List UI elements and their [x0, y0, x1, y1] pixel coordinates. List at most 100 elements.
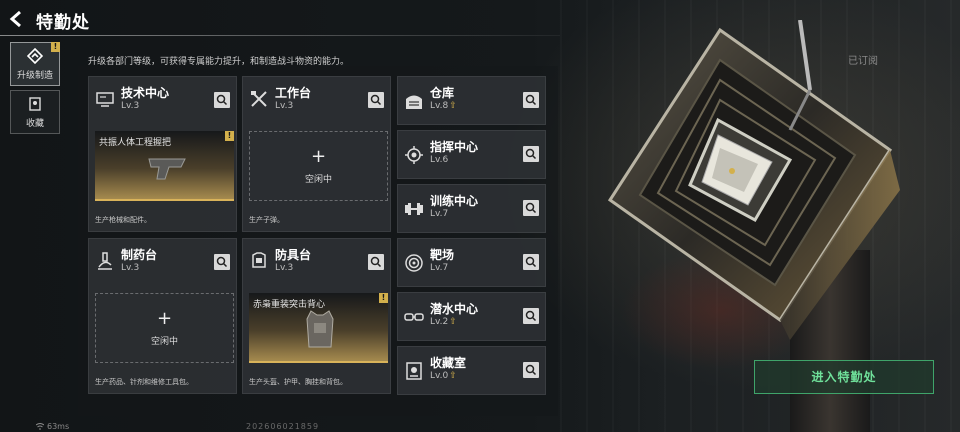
- inspect-button[interactable]: [368, 254, 384, 270]
- workstation-card-workbench[interactable]: 工作台 Lv.3 + 空闲中 生产子弹。: [242, 76, 391, 232]
- card-header: 技术中心 Lv.3: [89, 77, 236, 121]
- upgrade-icon: [27, 48, 43, 64]
- command-icon: [405, 146, 423, 164]
- inspect-button[interactable]: [523, 308, 539, 324]
- workstation-level: Lv.3: [121, 263, 140, 273]
- search-icon: [525, 94, 537, 106]
- facility-level: Lv.7: [430, 209, 449, 219]
- production-slot[interactable]: 共振人体工程握把 !: [95, 131, 234, 201]
- search-icon: [525, 364, 537, 376]
- inspect-button[interactable]: [523, 146, 539, 162]
- facility-name: 靶场: [430, 248, 455, 262]
- inspect-button[interactable]: [214, 92, 230, 108]
- workstation-description: 生产药品、针剂和维修工具包。: [95, 378, 193, 386]
- card-header: 防具台 Lv.3: [243, 239, 390, 283]
- wifi-icon: [35, 423, 45, 430]
- search-icon: [525, 202, 537, 214]
- vest-item-icon: [306, 310, 334, 348]
- facility-name: 潜水中心: [430, 302, 479, 316]
- workstation-level: Lv.3: [275, 263, 294, 273]
- facility-name: 指挥中心: [430, 140, 479, 154]
- inspect-button[interactable]: [214, 254, 230, 270]
- idle-label: 空闲中: [304, 175, 332, 185]
- facility-card-command-center[interactable]: 指挥中心 Lv.6: [397, 130, 546, 179]
- tools-icon: [251, 91, 267, 107]
- facility-name: 仓库: [430, 86, 455, 100]
- workstation-description: 生产头盔、护甲、胸挂和背包。: [249, 378, 347, 386]
- facility-card-diving-center[interactable]: 潜水中心 Lv.2⇧: [397, 292, 546, 341]
- facility-card-training-center[interactable]: 训练中心 Lv.7: [397, 184, 546, 233]
- workstation-level: Lv.3: [121, 101, 140, 111]
- production-slot[interactable]: 赤枭重装突击背心 !: [249, 293, 388, 363]
- inspect-button[interactable]: [368, 92, 384, 108]
- workstation-description: 生产子弹。: [249, 216, 284, 224]
- inspect-button[interactable]: [523, 92, 539, 108]
- special-ops-cube-artwork: [607, 20, 900, 340]
- tab-label: 收藏: [25, 119, 44, 129]
- alert-badge: !: [225, 131, 234, 141]
- search-icon: [370, 256, 382, 268]
- page-title: 特勤处: [36, 13, 90, 33]
- microscope-icon: [98, 252, 112, 270]
- facility-name: 训练中心: [430, 194, 479, 208]
- inspect-button[interactable]: [523, 254, 539, 270]
- workstation-card-tech-center[interactable]: 技术中心 Lv.3 共振人体工程握把 ! 生产枪械和配件。: [88, 76, 237, 232]
- subscribed-label: 已订阅: [848, 56, 878, 67]
- idle-label: 空闲中: [150, 337, 178, 347]
- search-icon: [525, 310, 537, 322]
- monitor-icon: [96, 92, 114, 107]
- facility-name: 收藏室: [430, 356, 467, 370]
- workstation-name: 防具台: [275, 248, 312, 262]
- idle-slot[interactable]: + 空闲中: [249, 131, 388, 201]
- product-name: 共振人体工程握把: [99, 138, 172, 148]
- facility-level: Lv.6: [430, 155, 449, 165]
- inspect-button[interactable]: [523, 200, 539, 216]
- alert-badge: !: [379, 293, 388, 303]
- workstation-name: 技术中心: [121, 86, 170, 100]
- warehouse-icon: [406, 95, 422, 109]
- workstation-card-pharmacy[interactable]: 制药台 Lv.3 + 空闲中 生产药品、针剂和维修工具包。: [88, 238, 237, 394]
- facility-level: Lv.0⇧: [430, 371, 457, 381]
- collection-room-icon: [406, 362, 422, 380]
- facility-level: Lv.2⇧: [430, 317, 457, 327]
- build-id: 202606021859: [246, 422, 320, 431]
- alert-badge: !: [51, 42, 60, 52]
- back-arrow-icon: [9, 10, 21, 28]
- upgrade-available-icon: ⇧: [449, 101, 457, 111]
- upgrade-available-icon: ⇧: [449, 317, 457, 327]
- dumbbell-icon: [405, 203, 423, 215]
- diving-goggles-icon: [404, 313, 424, 321]
- enter-special-ops-button[interactable]: 进入特勤处: [754, 360, 934, 394]
- workstation-name: 制药台: [121, 248, 158, 262]
- inspect-button[interactable]: [523, 362, 539, 378]
- plus-icon: +: [310, 146, 327, 167]
- facility-level: Lv.8⇧: [430, 101, 457, 111]
- header: 特勤处: [0, 0, 960, 38]
- ping-indicator: 63ms: [35, 422, 69, 431]
- card-header: 工作台 Lv.3: [243, 77, 390, 121]
- armor-icon: [252, 252, 266, 268]
- search-icon: [216, 94, 228, 106]
- search-icon: [525, 256, 537, 268]
- facility-card-shooting-range[interactable]: 靶场 Lv.7: [397, 238, 546, 287]
- card-header: 制药台 Lv.3: [89, 239, 236, 283]
- search-icon: [370, 94, 382, 106]
- upgrade-available-icon: ⇧: [449, 371, 457, 381]
- workstation-description: 生产枪械和配件。: [95, 216, 151, 224]
- workstation-level: Lv.3: [275, 101, 294, 111]
- search-icon: [525, 148, 537, 160]
- tab-upgrade-manufacture[interactable]: 升级制造 !: [10, 42, 60, 86]
- collection-icon: [29, 97, 41, 111]
- facility-level: Lv.7: [430, 263, 449, 273]
- idle-slot[interactable]: + 空闲中: [95, 293, 234, 363]
- plus-icon: +: [156, 308, 173, 329]
- workstation-card-armor-bench[interactable]: 防具台 Lv.3 赤枭重装突击背心 ! 生产头盔、护甲、胸挂和背包。: [242, 238, 391, 394]
- search-icon: [216, 256, 228, 268]
- facility-card-collection-room[interactable]: 收藏室 Lv.0⇧: [397, 346, 546, 395]
- back-button[interactable]: [6, 8, 28, 30]
- tab-label: 升级制造: [16, 71, 53, 81]
- facility-card-warehouse[interactable]: 仓库 Lv.8⇧: [397, 76, 546, 125]
- target-icon: [405, 254, 423, 272]
- workstation-name: 工作台: [275, 86, 312, 100]
- tab-collection[interactable]: 收藏: [10, 90, 60, 134]
